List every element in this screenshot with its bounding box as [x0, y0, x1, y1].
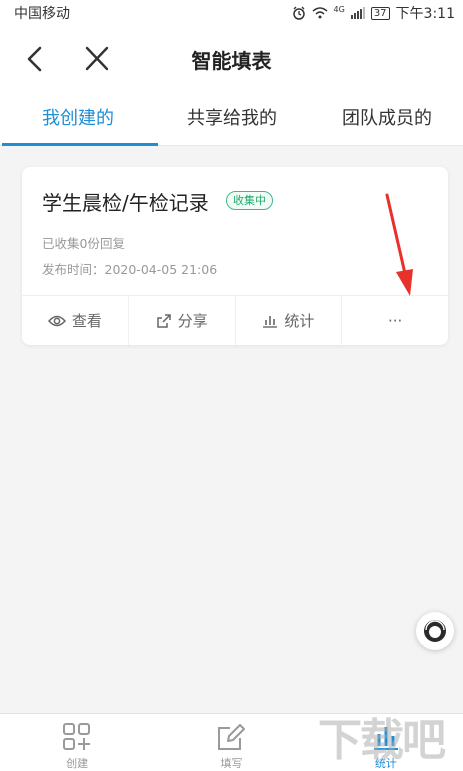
- response-count: 已收集0份回复: [42, 236, 125, 251]
- bottom-nav-create[interactable]: 创建: [0, 714, 154, 771]
- clock: 下午3:11: [395, 6, 455, 22]
- page-title: 智能填表: [191, 49, 272, 73]
- tab-bar: 我创建的 共享给我的 团队成员的: [0, 92, 463, 146]
- bottom-nav-fill[interactable]: 填写: [154, 714, 308, 771]
- more-dots-icon: ···: [387, 311, 403, 330]
- bar-chart-icon: [263, 315, 278, 328]
- battery-icon: 37: [370, 6, 390, 20]
- share-label: 分享: [177, 312, 208, 330]
- bottom-nav-stats-label: 统计: [374, 757, 397, 770]
- card-actions: 查看 分享 统计 ···: [22, 295, 448, 345]
- tab-shared-with-me[interactable]: 共享给我的: [187, 104, 277, 130]
- nav-bar: 智能填表: [0, 26, 463, 92]
- stats-label: 统计: [284, 312, 315, 330]
- stats-button[interactable]: 统计: [236, 296, 343, 345]
- view-label: 查看: [71, 312, 102, 330]
- share-icon: [156, 313, 171, 328]
- tab-created-by-me[interactable]: 我创建的: [42, 104, 114, 130]
- create-grid-icon: [63, 723, 91, 750]
- headset-icon: [424, 620, 446, 642]
- edit-icon: [218, 724, 246, 750]
- bottom-nav-stats[interactable]: 统计: [309, 714, 463, 771]
- form-card[interactable]: 学生晨检/午检记录 收集中 已收集0份回复 发布时间：2020-04-05 21…: [22, 167, 448, 345]
- eye-icon: [47, 315, 66, 326]
- alarm-icon: [292, 6, 305, 20]
- active-tab-indicator: [2, 143, 158, 146]
- customer-service-button[interactable]: [416, 612, 454, 650]
- status-bar: 中国移动 4G 37 下午3:11: [0, 0, 463, 26]
- status-badge: 收集中: [226, 191, 273, 210]
- close-icon: [85, 46, 109, 71]
- status-icons: 4G 37 下午3:11: [292, 3, 455, 23]
- close-button[interactable]: [82, 42, 112, 76]
- carrier-label: 中国移动: [14, 6, 70, 22]
- share-button[interactable]: 分享: [129, 296, 236, 345]
- bottom-nav-fill-label: 填写: [220, 757, 243, 770]
- back-arrow-icon: [27, 46, 42, 72]
- form-title: 学生晨检/午检记录: [42, 191, 209, 215]
- signal-icon: [350, 7, 365, 19]
- view-button[interactable]: 查看: [22, 296, 129, 345]
- tab-team-members[interactable]: 团队成员的: [342, 104, 432, 130]
- back-button[interactable]: [22, 42, 52, 76]
- more-button[interactable]: ···: [342, 296, 448, 345]
- publish-time: 发布时间：2020-04-05 21:06: [42, 262, 218, 277]
- network-type: 4G: [333, 5, 345, 14]
- bottom-nav-create-label: 创建: [66, 757, 89, 770]
- wifi-icon: [312, 7, 328, 19]
- bottom-nav: 创建 填写 统计: [0, 713, 463, 771]
- bar-chart-icon: [373, 727, 398, 750]
